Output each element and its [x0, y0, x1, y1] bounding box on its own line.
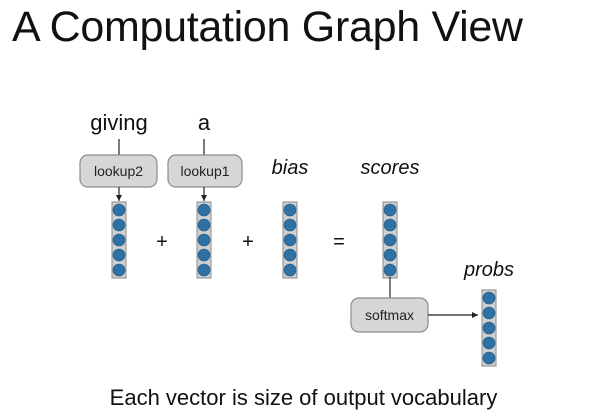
- vector-cell: [197, 263, 211, 277]
- vector-cell: [112, 263, 126, 277]
- scores-vector: [382, 201, 398, 279]
- vector-cell: [283, 218, 297, 232]
- lookup1-label: lookup1: [180, 163, 229, 179]
- equals-operator: =: [333, 231, 345, 253]
- vector-cell: [482, 306, 496, 320]
- vector-cell: [383, 248, 397, 262]
- vector-cell: [112, 248, 126, 262]
- caption: Each vector is size of output vocabulary: [109, 385, 498, 410]
- vector-cell: [197, 248, 211, 262]
- probs-label: probs: [463, 259, 514, 281]
- scores-label: scores: [361, 157, 420, 179]
- plus-operator-2: +: [242, 231, 254, 253]
- input-word-a: a: [198, 110, 211, 135]
- plus-operator-1: +: [156, 231, 168, 253]
- vector-cell: [383, 263, 397, 277]
- lookup2-node: lookup2: [79, 154, 158, 188]
- vector-cell: [383, 233, 397, 247]
- probs-vector: [481, 289, 497, 367]
- vector-cell: [197, 218, 211, 232]
- vector-cell: [283, 263, 297, 277]
- bias-label: bias: [272, 157, 309, 179]
- vector-cell: [283, 248, 297, 262]
- vector-cell: [197, 203, 211, 217]
- vector-cell: [112, 218, 126, 232]
- lookup1-node: lookup1: [167, 154, 243, 188]
- bias-vector: [282, 201, 298, 279]
- vector-cell: [482, 291, 496, 305]
- softmax-node: softmax: [350, 297, 429, 333]
- diagram-canvas: A Computation Graph View giving a lookup…: [0, 0, 607, 420]
- vector-cell: [383, 218, 397, 232]
- input-word-giving: giving: [90, 110, 147, 135]
- computation-graph: giving a lookup2 lookup1 bias scores pro…: [79, 110, 514, 367]
- lookup2-vector: [111, 201, 127, 279]
- vector-cell: [283, 233, 297, 247]
- vector-cell: [283, 203, 297, 217]
- vector-cell: [482, 321, 496, 335]
- vector-cell: [112, 233, 126, 247]
- vector-cell: [482, 351, 496, 365]
- softmax-label: softmax: [365, 307, 414, 323]
- lookup2-label: lookup2: [94, 163, 143, 179]
- vector-cell: [112, 203, 126, 217]
- vector-cell: [482, 336, 496, 350]
- vector-cell: [197, 233, 211, 247]
- vector-cell: [383, 203, 397, 217]
- lookup1-vector: [196, 201, 212, 279]
